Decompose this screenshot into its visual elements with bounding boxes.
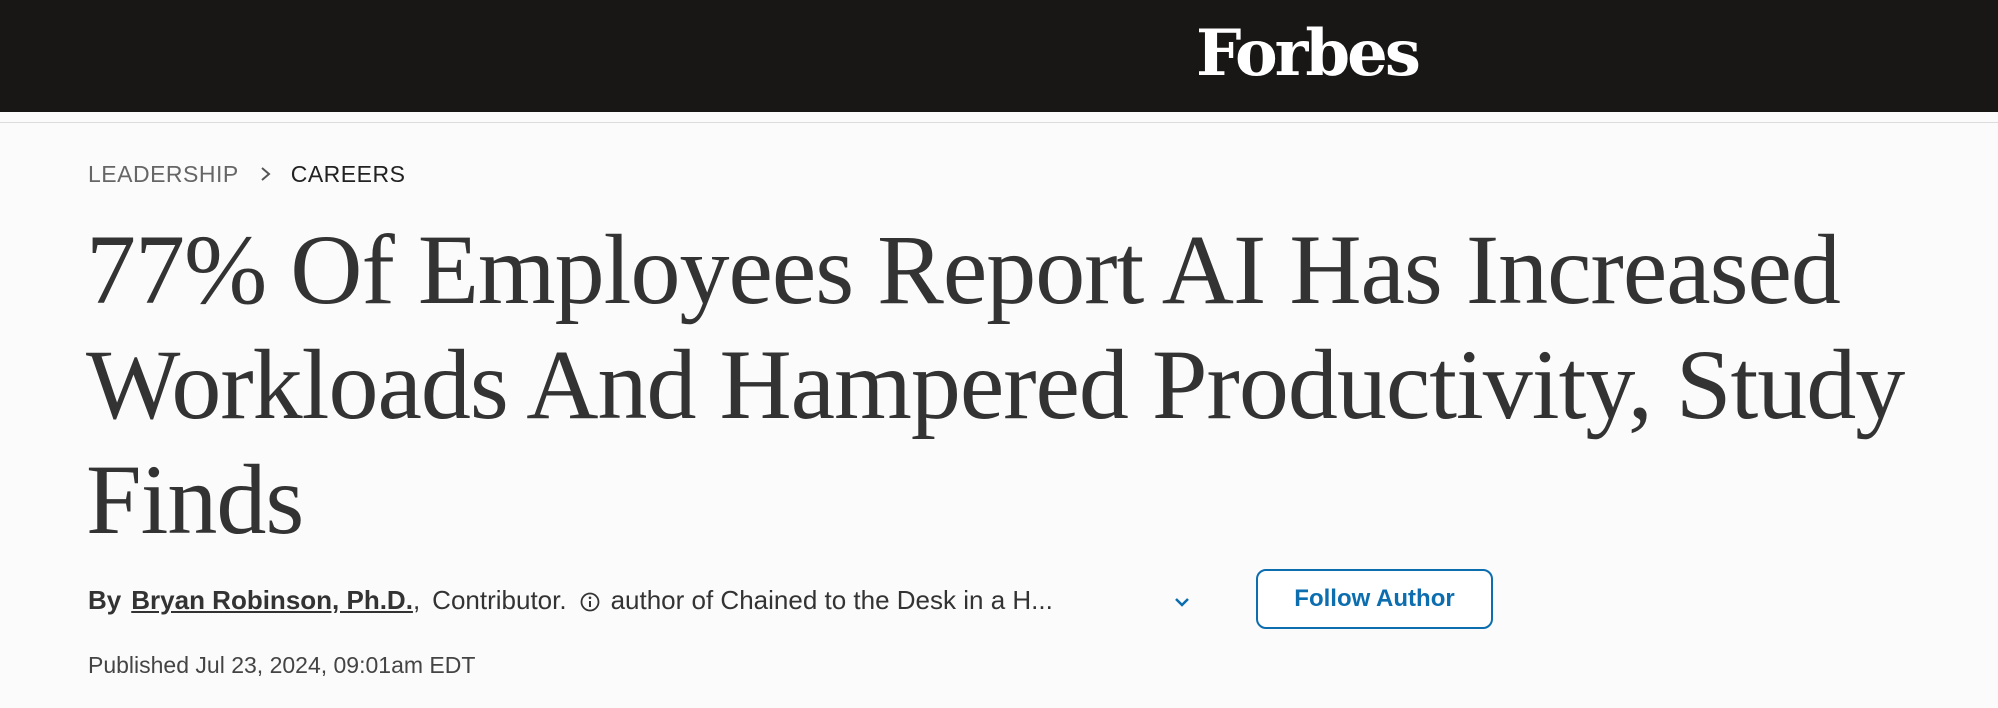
author-name-link[interactable]: Bryan Robinson, Ph.D. bbox=[131, 585, 413, 616]
top-navigation-bar: Forbes bbox=[0, 0, 1998, 112]
author-bio: author of Chained to the Desk in a H... bbox=[610, 584, 1053, 615]
breadcrumb: LEADERSHIP CAREERS bbox=[88, 160, 405, 188]
article-headline: 77% Of Employees Report AI Has Increased… bbox=[86, 214, 1905, 555]
info-circle-icon[interactable] bbox=[579, 589, 601, 612]
breadcrumb-careers-link[interactable]: CAREERS bbox=[291, 161, 406, 188]
follow-author-button[interactable]: Follow Author bbox=[1256, 569, 1493, 629]
breadcrumb-leadership-link[interactable]: LEADERSHIP bbox=[88, 161, 239, 188]
chevron-down-icon[interactable] bbox=[1171, 589, 1193, 611]
byline-comma: , bbox=[412, 584, 421, 615]
byline-by-label: By bbox=[88, 584, 122, 615]
published-date: Published Jul 23, 2024, 09:01am EDT bbox=[88, 652, 476, 678]
header-divider bbox=[0, 122, 1998, 123]
byline: By Bryan Robinson, Ph.D. , Contributor. … bbox=[88, 581, 1193, 619]
forbes-logo[interactable]: Forbes bbox=[1196, 14, 1421, 94]
chevron-right-icon bbox=[259, 160, 273, 188]
author-role: Contributor. bbox=[432, 584, 567, 615]
